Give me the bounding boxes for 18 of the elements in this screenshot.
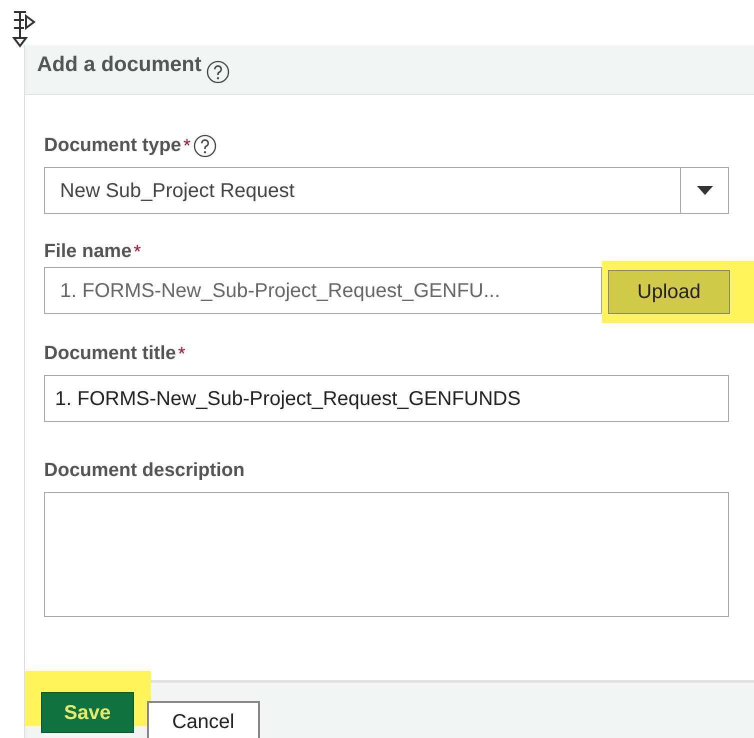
field-label: Document type: [44, 134, 182, 158]
document-type-select[interactable]: New Sub_Project Request: [44, 167, 729, 214]
required-mark: *: [178, 343, 186, 367]
cancel-button[interactable]: Cancel: [146, 701, 260, 738]
required-mark: *: [183, 135, 191, 159]
upload-button[interactable]: Upload: [608, 270, 730, 314]
save-button[interactable]: Save: [41, 692, 134, 733]
description-field[interactable]: [44, 492, 729, 617]
caret-icon: [696, 186, 712, 195]
dialog-title: Add a document: [37, 52, 202, 78]
field-label: File name: [44, 240, 132, 264]
file-name-field[interactable]: 1. FORMS-New_Sub-Project_Request_GENFU...: [44, 267, 602, 314]
required-mark: *: [134, 241, 142, 265]
field-label: Document title: [44, 342, 176, 366]
field-label: Document description: [44, 458, 245, 483]
document-title-field[interactable]: 1. FORMS-New_Sub-Project_Request_GENFUNDS: [44, 375, 729, 422]
help-icon[interactable]: [206, 60, 230, 84]
help-icon[interactable]: [192, 134, 217, 158]
